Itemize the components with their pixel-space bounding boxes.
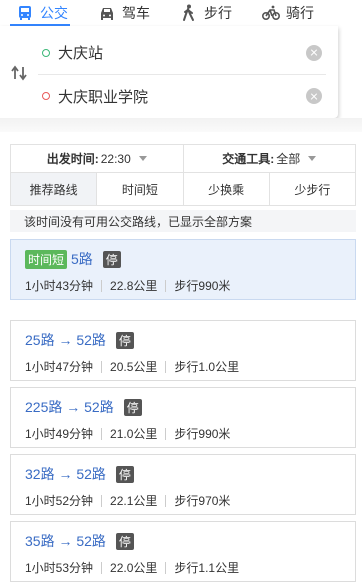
divider [101, 561, 103, 574]
route-name: 25路 → 52路 [25, 332, 106, 348]
origin-dot-icon [42, 48, 50, 57]
depart-time-label: 出发时间: [46, 152, 99, 166]
transport-label: 交通工具: [222, 152, 275, 166]
map-background [0, 118, 362, 132]
clear-destination-icon[interactable] [306, 88, 322, 104]
route-walk: 步行1.0公里 [174, 360, 240, 374]
clear-origin-icon[interactable] [306, 44, 322, 61]
route-card[interactable]: 35路 → 52路 停 1小时53分钟 22.0公里 步行1.1公里 [10, 521, 356, 582]
stop-badge: 停 [102, 250, 121, 268]
divider [101, 279, 103, 292]
route-duration: 1小时49分钟 [25, 427, 94, 441]
mode-tab-car-label: 驾车 [122, 5, 150, 21]
route-duration: 1小时43分钟 [25, 279, 94, 293]
divider [165, 427, 167, 440]
sort-shortest-time[interactable]: 时间短 [96, 173, 183, 205]
sort-recommended[interactable]: 推荐路线 [11, 173, 97, 205]
route-name: 32路 → 52路 [25, 466, 106, 482]
route-duration: 1小时52分钟 [25, 494, 94, 508]
depart-time-select[interactable]: 出发时间: 22:30 [11, 145, 183, 172]
mode-tab-walk[interactable]: 步行 [180, 0, 232, 26]
route-name: 5路 [71, 251, 93, 267]
route-card[interactable]: 225路 → 52路 停 1小时49分钟 21.0公里 步行990米 [10, 387, 356, 448]
stop-badge: 停 [123, 398, 142, 416]
route-distance: 21.0公里 [110, 427, 158, 441]
fastest-tag: 时间短 [25, 249, 68, 269]
route-distance: 22.0公里 [110, 561, 158, 575]
route-search-panel: 大庆站 大庆职业学院 [0, 26, 338, 118]
route-card[interactable]: 25路 → 52路 停 1小时47分钟 20.5公里 步行1.0公里 [10, 320, 356, 381]
divider [101, 360, 103, 373]
route-walk: 步行1.1公里 [174, 561, 240, 575]
bus-icon [19, 6, 31, 20]
destination-dot-icon [42, 92, 50, 100]
chevron-down-icon [138, 156, 147, 161]
no-route-notice: 该时间没有可用公交路线，已显示全部方案 [10, 210, 356, 232]
stop-badge: 停 [115, 331, 134, 349]
mode-tab-bus-label: 公交 [40, 5, 68, 21]
route-walk: 步行990米 [174, 427, 231, 441]
origin-field[interactable]: 大庆站 [38, 31, 326, 75]
divider [101, 427, 103, 440]
divider [165, 360, 167, 373]
stop-badge: 停 [115, 532, 134, 550]
chevron-down-icon [308, 156, 317, 161]
origin-input[interactable]: 大庆站 [58, 42, 306, 63]
route-options: 出发时间: 22:30 交通工具: 全部 推荐路线 时间短 少换乘 少步行 [10, 144, 356, 206]
depart-time-value: 22:30 [100, 151, 131, 166]
divider [101, 494, 103, 507]
sort-fewer-transfers[interactable]: 少换乘 [182, 173, 269, 205]
mode-bar: 公交 驾车 步行 骑行 [0, 0, 362, 26]
swap-icon[interactable] [10, 64, 28, 82]
destination-field[interactable]: 大庆职业学院 [38, 74, 326, 118]
transport-value: 全部 [276, 152, 301, 166]
transport-select[interactable]: 交通工具: 全部 [182, 145, 356, 172]
bike-icon [262, 5, 280, 20]
car-icon [101, 8, 113, 20]
divider [165, 494, 167, 507]
route-distance: 20.5公里 [110, 360, 158, 374]
mode-tab-car[interactable]: 驾车 [98, 0, 150, 26]
route-card[interactable]: 32路 → 52路 停 1小时52分钟 22.1公里 步行970米 [10, 454, 356, 515]
route-name: 225路 → 52路 [25, 399, 114, 415]
mode-tab-bike[interactable]: 骑行 [262, 0, 314, 26]
route-card[interactable]: 时间短 5路 停 1小时43分钟 22.8公里 步行990米 [10, 239, 356, 300]
sort-less-walking[interactable]: 少步行 [268, 173, 355, 205]
route-name: 35路 → 52路 [25, 533, 106, 549]
walk-icon [183, 4, 194, 21]
route-walk: 步行990米 [174, 279, 231, 293]
route-distance: 22.8公里 [110, 279, 158, 293]
stop-badge: 停 [115, 465, 134, 483]
mode-tab-walk-label: 步行 [204, 5, 232, 21]
route-walk: 步行970米 [174, 494, 231, 508]
route-distance: 22.1公里 [110, 494, 158, 508]
mode-tab-bike-label: 骑行 [286, 5, 314, 21]
divider [165, 279, 167, 292]
destination-input[interactable]: 大庆职业学院 [58, 86, 306, 107]
divider [165, 561, 167, 574]
mode-tab-bus[interactable]: 公交 [16, 0, 68, 26]
route-duration: 1小时47分钟 [25, 360, 94, 374]
route-duration: 1小时53分钟 [25, 561, 94, 575]
